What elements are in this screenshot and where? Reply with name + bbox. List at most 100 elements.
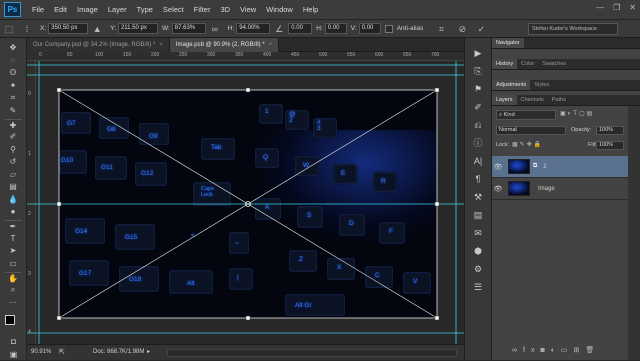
transform-overlay[interactable] [27,52,464,344]
width-field[interactable]: 87.63% [171,23,206,34]
tab-channels[interactable]: Channels [517,95,548,105]
relative-position-icon[interactable]: ▲ [91,23,103,35]
x-position-field[interactable]: 350.50 px [48,23,89,34]
transform-handle[interactable] [245,315,251,321]
tab-color[interactable]: Color [517,59,538,69]
tab-our-company[interactable]: Our Company.psd @ 34.2% (Image, RGB/8) *… [27,38,170,52]
opacity-field[interactable]: 100% [596,126,624,135]
tab-navigator[interactable]: Navigator [492,38,524,48]
shape-tool-icon[interactable]: ▭ [5,258,22,270]
timeline-icon[interactable]: ⚙ [468,262,488,276]
tab-adjustments[interactable]: Adjustments [492,80,531,90]
blur-tool-icon[interactable]: 💧 [5,194,22,206]
warp-icon[interactable]: ⌗ [435,23,447,35]
tool-presets-icon[interactable]: ⚒ [468,190,488,204]
height-field[interactable]: 94.00% [236,23,271,34]
transform-tool-icon[interactable]: ⬚ [3,23,15,35]
menu-file[interactable]: File [27,0,49,20]
tab-image-psb[interactable]: Image.psb @ 90.9% (2, RGB/8) * × [169,38,280,52]
export-icon[interactable]: ⇱ [59,348,65,356]
transform-handle[interactable] [56,201,62,207]
status-menu-arrow-icon[interactable]: ▸ [147,348,150,355]
layer-comps-icon[interactable]: ▤ [468,208,488,222]
transform-handle[interactable] [434,315,440,321]
menu-3d[interactable]: 3D [215,0,235,20]
transform-handle[interactable] [434,87,440,93]
actions-icon[interactable]: ⚑ [468,82,488,96]
3d-icon[interactable]: ⬢ [468,244,488,258]
properties-icon[interactable]: ☰ [468,280,488,294]
commit-transform-icon[interactable]: ✓ [475,23,487,35]
quick-mask-icon[interactable]: ◘ [5,336,22,348]
type-tool-icon[interactable]: T [5,233,22,245]
zoom-tool-icon[interactable]: ⌕ [5,284,22,296]
more-tools-icon[interactable]: ··· [5,297,22,309]
tab-swatches[interactable]: Swatches [538,59,570,69]
new-group-icon[interactable]: ▭ [561,347,574,354]
menu-edit[interactable]: Edit [49,0,72,20]
marquee-tool-icon[interactable]: ◌ [5,55,22,67]
h-skew-field[interactable]: 0.00 [324,23,347,34]
link-layers-icon[interactable]: ∞ [512,347,523,354]
angle-field[interactable]: 0.00 [288,23,313,34]
lasso-tool-icon[interactable]: ʘ [5,67,22,79]
fill-field[interactable]: 100% [596,141,624,150]
close-tab-icon[interactable]: × [269,42,273,48]
lock-icons[interactable]: ▦✎✥🔒 [512,141,543,148]
transform-handle[interactable] [434,201,440,207]
menu-view[interactable]: View [235,0,261,20]
link-icon[interactable]: ∞ [209,23,221,35]
tab-history[interactable]: History [492,59,518,69]
eyedropper-tool-icon[interactable]: ✎ [5,105,22,117]
eraser-tool-icon[interactable]: ▱ [5,169,22,181]
clone-stamp-tool-icon[interactable]: ⚲ [5,144,22,156]
menu-select[interactable]: Select [158,0,189,20]
layers-scrollbar[interactable] [628,106,640,360]
menu-filter[interactable]: Filter [189,0,216,20]
menu-image[interactable]: Image [72,0,103,20]
filter-icons[interactable]: ▣◐T▢▤ [560,110,594,117]
layer-name[interactable]: Image [538,186,555,192]
layer-filter-dropdown[interactable]: ⌕ Kind [496,110,556,120]
history-brush-tool-icon[interactable]: ↺ [5,156,22,168]
visibility-eye-icon[interactable]: 👁 [492,185,504,193]
menu-window[interactable]: Window [261,0,298,20]
horizontal-scrollbar[interactable] [167,349,457,357]
menu-type[interactable]: Type [132,0,158,20]
minimize-button[interactable]: — [596,3,604,12]
new-layer-icon[interactable]: ⊞ [574,347,586,354]
menu-help[interactable]: Help [298,0,323,20]
play-icon[interactable]: ▶ [468,46,488,60]
transform-handle[interactable] [245,87,251,93]
tab-styles[interactable]: Styles [530,80,553,90]
character-icon[interactable]: A| [468,154,488,168]
delete-layer-icon[interactable]: 🗑 [585,347,600,354]
foreground-color-swatch[interactable] [5,315,15,325]
cancel-transform-icon[interactable]: ⊘ [456,23,468,35]
v-skew-field[interactable]: 0.00 [358,23,381,34]
y-position-field[interactable]: 211.50 px [117,23,158,34]
visibility-eye-icon[interactable]: 👁 [492,163,504,171]
crop-tool-icon[interactable]: ⌗ [5,92,22,104]
close-tab-icon[interactable]: × [159,42,163,48]
zoom-level[interactable]: 90.91% [31,349,51,355]
tab-paths[interactable]: Paths [548,95,570,105]
magic-wand-tool-icon[interactable]: ✦ [5,80,22,92]
layer-style-icon[interactable]: fx [523,347,540,354]
close-button[interactable]: ✕ [629,3,636,12]
blend-mode-dropdown[interactable]: Normal [496,126,566,135]
add-mask-icon[interactable]: ◙ [540,347,550,354]
tab-layers[interactable]: Layers [492,95,517,105]
maximize-button[interactable]: ❐ [613,3,620,12]
layer-row-image[interactable]: 👁 Image [492,178,628,200]
history-icon[interactable]: ⎘ [468,64,488,78]
pen-tool-icon[interactable]: ✒ [4,220,22,232]
gradient-tool-icon[interactable]: ▤ [5,181,22,193]
notes-icon[interactable]: ✉ [468,226,488,240]
layer-name[interactable]: 2 [543,164,546,170]
hand-tool-icon[interactable]: ✋ [4,271,22,284]
brush-tool-icon[interactable]: ✐ [5,131,22,143]
workspace-selector[interactable]: Stefan Kuder's Workspace [528,23,618,35]
brush-presets-icon[interactable]: ✐ [468,100,488,114]
adjustment-layer-icon[interactable]: ◐ [551,347,561,354]
